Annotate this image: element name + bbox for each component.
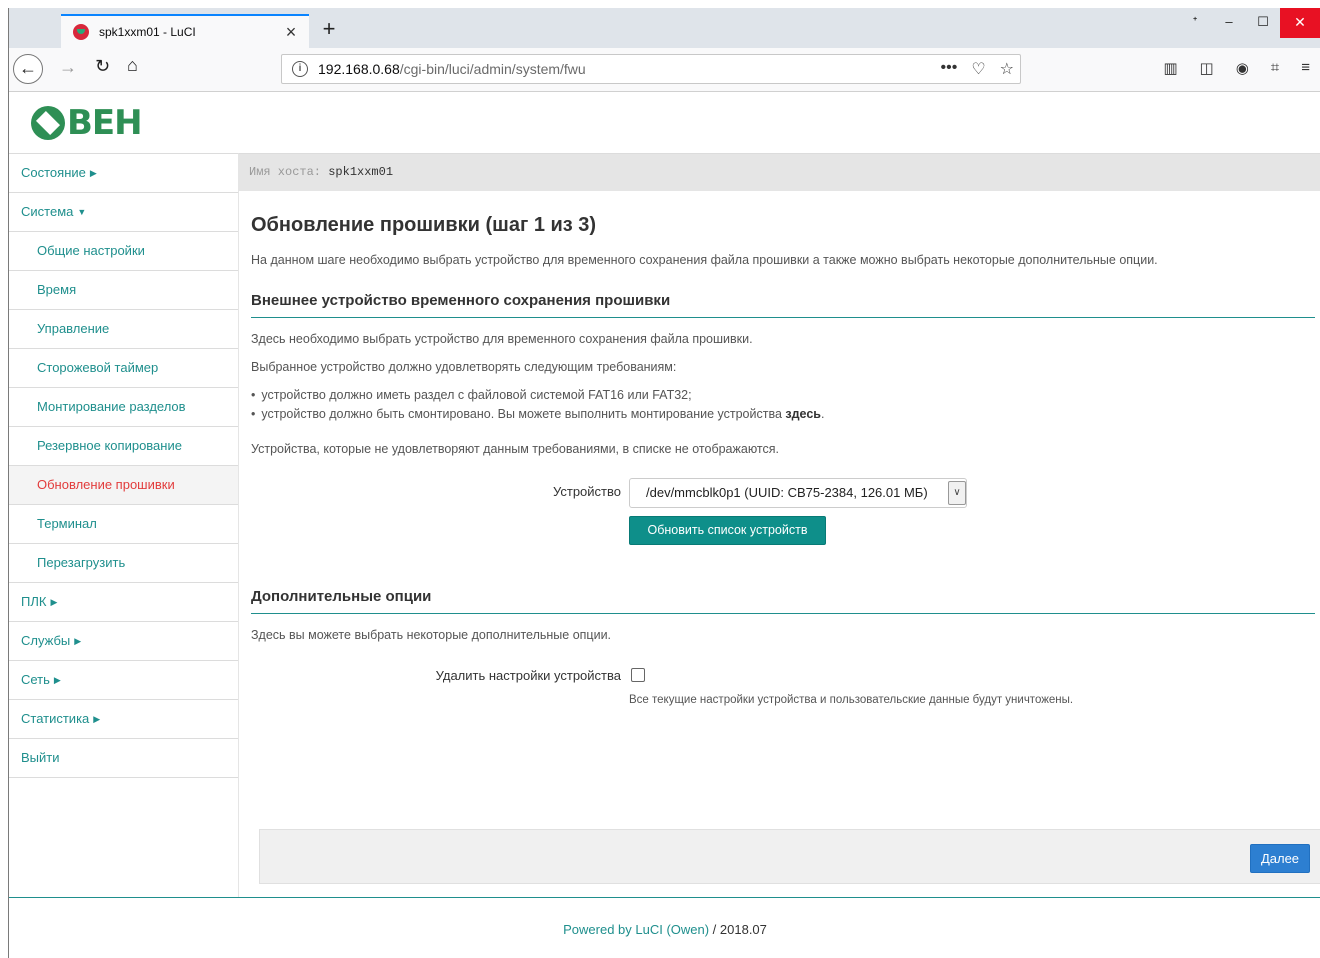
sidebar-item-statistics[interactable]: Статистика ▶ bbox=[9, 700, 238, 739]
favicon-icon bbox=[73, 24, 89, 40]
refresh-devices-button[interactable]: Обновить список устройств bbox=[629, 516, 826, 545]
caret-right-icon: ▶ bbox=[93, 714, 101, 724]
minimize-icon[interactable]: – bbox=[1212, 8, 1246, 38]
action-bar: Далее bbox=[259, 829, 1320, 884]
reset-settings-row: Удалить настройки устройства bbox=[251, 666, 1315, 688]
section-title-options: Дополнительные опции bbox=[251, 588, 1315, 614]
account-icon[interactable]: ◉ bbox=[1236, 59, 1249, 77]
list-item: • устройство должно быть смонтировано. Вы… bbox=[251, 407, 825, 421]
list-item: • устройство должно иметь раздел с файлов… bbox=[251, 388, 692, 402]
home-icon[interactable]: ⌂ bbox=[127, 55, 138, 76]
owen-logo[interactable]: ВЕН bbox=[31, 103, 143, 143]
sidebar-item-logout[interactable]: Выйти bbox=[9, 739, 238, 778]
sidebar-item-system[interactable]: Система ▼ bbox=[9, 193, 238, 232]
sidebar-item-backup[interactable]: Резервное копирование bbox=[9, 427, 238, 466]
caret-down-icon: ▼ bbox=[77, 207, 87, 217]
new-tab-button[interactable]: + bbox=[317, 16, 341, 44]
forward-icon[interactable]: → bbox=[59, 57, 77, 78]
tab-bar: spk1xxm01 - LuCI × + ᐩ – ☐ ✕ bbox=[9, 8, 1320, 48]
menu-icon[interactable]: ≡ bbox=[1301, 59, 1310, 77]
main-content: Обновление прошивки (шаг 1 из 3) На данн… bbox=[251, 191, 1315, 706]
chevron-down-icon[interactable]: ∨ bbox=[948, 481, 966, 505]
caret-right-icon: ▶ bbox=[53, 675, 61, 685]
page-description: На данном шаге необходимо выбрать устрой… bbox=[251, 253, 1158, 267]
url-actions: ••• ♡ ☆ bbox=[941, 59, 1015, 79]
url-path: /cgi-bin/luci/admin/system/fwu bbox=[399, 61, 586, 77]
header: ВЕН bbox=[9, 93, 1320, 153]
hostname-bar: Имя хоста: spk1xxm01 bbox=[239, 153, 1320, 191]
reset-settings-help: Все текущие настройки устройства и польз… bbox=[629, 694, 1074, 706]
device-select[interactable]: /dev/mmcblk0p1 (UUID: CB75-2384, 126.01 … bbox=[629, 478, 967, 508]
url-bar[interactable]: i 192.168.0.68/cgi-bin/luci/admin/system… bbox=[281, 54, 1021, 84]
sidebar-item-time[interactable]: Время bbox=[9, 271, 238, 310]
hostname-label: Имя хоста: bbox=[249, 165, 322, 179]
sidebar-item-admin[interactable]: Управление bbox=[9, 310, 238, 349]
sidebar-item-watchdog[interactable]: Сторожевой таймер bbox=[9, 349, 238, 388]
page-actions-icon[interactable]: ••• bbox=[941, 59, 958, 79]
storage-intro: Здесь необходимо выбрать устройство для … bbox=[251, 332, 753, 346]
browser-window: spk1xxm01 - LuCI × + ᐩ – ☐ ✕ ← → ↻ ⌂ i 1… bbox=[8, 8, 1320, 958]
section-options: Дополнительные опции Здесь вы можете выб… bbox=[251, 588, 1315, 706]
toolbar-right: ▥ ◫ ◉ ⌗ ≡ bbox=[1163, 59, 1310, 77]
footer: Powered by LuCI (Owen) / 2018.07 bbox=[9, 922, 1320, 937]
url-host: 192.168.0.68 bbox=[318, 61, 400, 77]
pocket-icon[interactable]: ♡ bbox=[971, 59, 985, 79]
reset-settings-label: Удалить настройки устройства bbox=[435, 668, 621, 683]
options-intro: Здесь вы можете выбрать некоторые дополн… bbox=[251, 628, 612, 642]
device-label: Устройство bbox=[552, 484, 621, 499]
sidebar-item-plc[interactable]: ПЛК ▶ bbox=[9, 583, 238, 622]
bookmark-star-icon[interactable]: ☆ bbox=[1000, 59, 1014, 79]
sidebar-item-services[interactable]: Службы ▶ bbox=[9, 622, 238, 661]
mount-link[interactable]: здесь bbox=[785, 407, 821, 421]
back-icon[interactable]: ← bbox=[13, 54, 43, 84]
restore-icon[interactable]: ᐩ bbox=[1178, 8, 1212, 38]
page-title: Обновление прошивки (шаг 1 из 3) bbox=[251, 214, 597, 236]
sidebar-item-network[interactable]: Сеть ▶ bbox=[9, 661, 238, 700]
tab-close-icon[interactable]: × bbox=[281, 22, 301, 43]
sidebar-item-firmware[interactable]: Обновление прошивки bbox=[9, 466, 238, 505]
sidebar-icon[interactable]: ◫ bbox=[1200, 59, 1214, 77]
hostname-value: spk1xxm01 bbox=[328, 165, 394, 179]
storage-requirements-intro: Выбранное устройство должно удовлетворят… bbox=[251, 360, 677, 374]
luci-page: ВЕН Состояние ▶ Система ▼ Общие настройки … bbox=[9, 93, 1320, 958]
info-icon[interactable]: i bbox=[292, 61, 308, 77]
maximize-icon[interactable]: ☐ bbox=[1246, 8, 1280, 38]
tab-title: spk1xxm01 - LuCI bbox=[99, 25, 196, 39]
caret-right-icon: ▶ bbox=[50, 597, 58, 607]
navigation-bar: ← → ↻ ⌂ i 192.168.0.68/cgi-bin/luci/admi… bbox=[9, 48, 1320, 92]
caret-right-icon: ▶ bbox=[89, 168, 97, 178]
device-select-value: /dev/mmcblk0p1 (UUID: CB75-2384, 126.01 … bbox=[646, 485, 928, 500]
sidebar-item-reboot[interactable]: Перезагрузить bbox=[9, 544, 238, 583]
sidebar-item-mount[interactable]: Монтирование разделов bbox=[9, 388, 238, 427]
device-filter-note: Устройства, которые не удовлетворяют дан… bbox=[251, 442, 779, 456]
reset-settings-checkbox[interactable] bbox=[631, 668, 645, 682]
device-row: Устройство /dev/mmcblk0p1 (UUID: CB75-23… bbox=[251, 478, 1315, 545]
sidebar-item-terminal[interactable]: Терминал bbox=[9, 505, 238, 544]
luci-link[interactable]: Powered by LuCI (Owen) bbox=[563, 922, 709, 937]
reload-icon[interactable]: ↻ bbox=[95, 56, 110, 77]
tab-active[interactable]: spk1xxm01 - LuCI × bbox=[61, 14, 309, 48]
screenshot-icon[interactable]: ⌗ bbox=[1271, 59, 1279, 77]
footer-divider bbox=[9, 897, 1320, 898]
logo-text: ВЕН bbox=[67, 103, 143, 143]
caret-right-icon: ▶ bbox=[74, 636, 82, 646]
window-controls: ᐩ – ☐ ✕ bbox=[1178, 8, 1320, 38]
close-window-icon[interactable]: ✕ bbox=[1280, 8, 1320, 38]
sidebar-item-status[interactable]: Состояние ▶ bbox=[9, 154, 238, 193]
section-title-storage: Внешнее устройство временного сохранения… bbox=[251, 292, 1315, 318]
next-button[interactable]: Далее bbox=[1250, 844, 1310, 873]
library-icon[interactable]: ▥ bbox=[1163, 59, 1177, 77]
sidebar: Состояние ▶ Система ▼ Общие настройки Врем… bbox=[9, 153, 239, 898]
logo-mark-icon bbox=[31, 106, 65, 140]
requirements-list: • устройство должно иметь раздел с файлов… bbox=[251, 386, 1315, 424]
footer-version: / 2018.07 bbox=[709, 922, 767, 937]
sidebar-item-general[interactable]: Общие настройки bbox=[9, 232, 238, 271]
